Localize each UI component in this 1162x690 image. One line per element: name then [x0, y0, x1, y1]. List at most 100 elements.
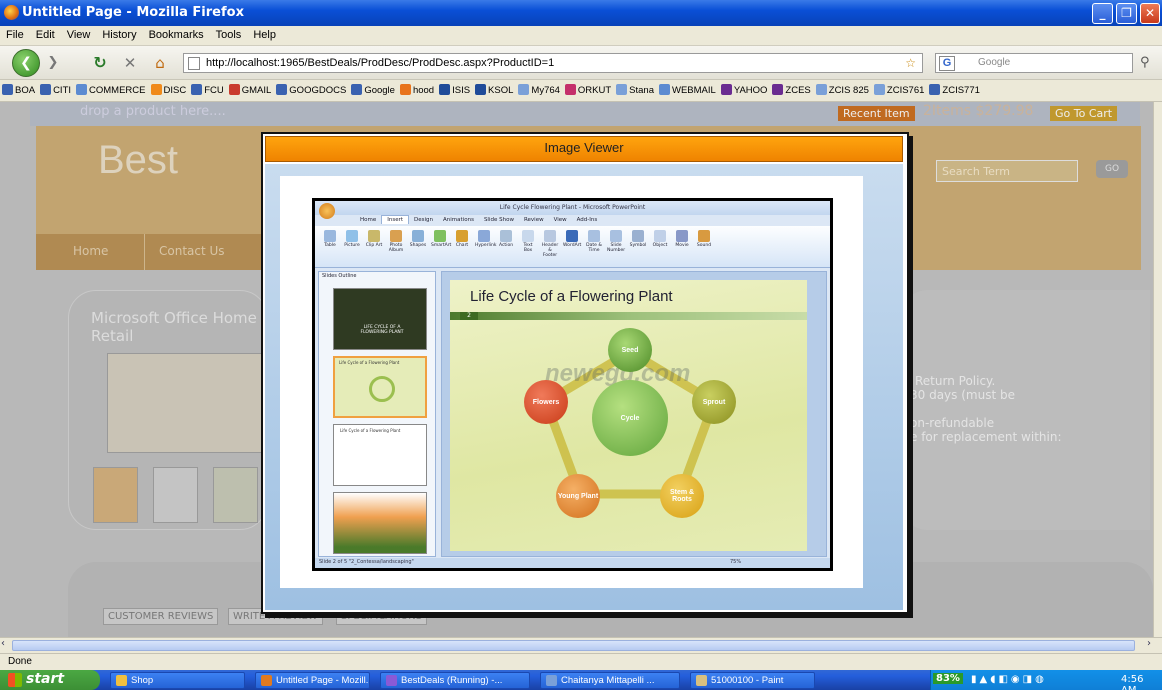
bookmark-2[interactable]: COMMERCE — [74, 80, 148, 96]
ppt-ribbon-icon — [456, 230, 468, 242]
drop-zone[interactable]: drop a product here.... Recent Item 2Ite… — [30, 102, 1140, 126]
start-button[interactable]: start — [0, 670, 100, 690]
maximize-button[interactable]: ❐ — [1116, 3, 1137, 24]
product-image[interactable] — [107, 353, 262, 453]
product-thumb-2[interactable] — [153, 467, 198, 523]
ppt-ribbon-icon — [324, 230, 336, 242]
search-magnifier-icon[interactable]: ⚲ — [1140, 55, 1150, 70]
product-thumb-3[interactable] — [213, 467, 258, 523]
minimize-button[interactable]: _ — [1092, 3, 1113, 24]
bookmark-label: YAHOO — [733, 85, 768, 96]
menu-bookmarks[interactable]: Bookmarks — [143, 26, 210, 41]
back-button[interactable]: ❮ — [12, 49, 40, 77]
ppt-ribbon-label: Action — [498, 243, 514, 248]
bookmark-icon — [815, 84, 827, 95]
ppt-ribbon-button-4: Shapes — [409, 230, 427, 248]
bookmark-5[interactable]: GMAIL — [227, 80, 275, 96]
bookmark-7[interactable]: Google — [349, 80, 398, 96]
bookmark-label: KSOL — [488, 85, 514, 96]
home-button[interactable]: ⌂ — [152, 55, 168, 71]
bookmark-star-icon[interactable]: ☆ — [905, 56, 916, 70]
ppt-ribbon-button-13: Slide Number — [607, 230, 625, 253]
menu-tools[interactable]: Tools — [210, 26, 248, 41]
bookmark-12[interactable]: ORKUT — [563, 80, 614, 96]
bookmark-label: FCU — [204, 85, 224, 96]
recent-item-button[interactable]: Recent Item — [838, 106, 915, 121]
bookmark-icon — [518, 84, 530, 95]
horizontal-scroll-thumb[interactable] — [12, 640, 1135, 651]
page-icon — [188, 57, 200, 70]
scroll-right-arrow-icon[interactable]: › — [1147, 638, 1151, 649]
taskbar-item-0[interactable]: Shop — [110, 672, 245, 689]
scroll-left-arrow-icon[interactable]: ‹ — [1, 638, 5, 649]
bookmark-9[interactable]: ISIS — [437, 80, 473, 96]
slide-canvas: Life Cycle of a Flowering Plant 2 newegg… — [450, 280, 807, 551]
go-to-cart-button[interactable]: Go To Cart — [1050, 106, 1118, 121]
google-icon[interactable]: G — [939, 56, 955, 71]
bookmark-19[interactable]: ZCIS771 — [927, 80, 983, 96]
ppt-ribbon-button-0: Table — [321, 230, 339, 248]
ppt-ribbon-label: Photo Album — [388, 243, 404, 253]
nav-contact-us[interactable]: Contact Us — [144, 234, 260, 270]
menu-history[interactable]: History — [96, 26, 142, 41]
ppt-ribbon-icon — [610, 230, 622, 242]
bookmark-18[interactable]: ZCIS761 — [872, 80, 928, 96]
taskbar-item-2[interactable]: BestDeals (Running) -... — [380, 672, 530, 689]
reload-button[interactable]: ↻ — [92, 55, 108, 71]
window-titlebar[interactable]: Untitled Page - Mozilla Firefox _ ❐ ✕ — [0, 0, 1162, 26]
ppt-ribbon-label: Hyperlink — [475, 243, 497, 248]
search-term-input[interactable]: Search Term — [936, 160, 1078, 182]
bookmark-3[interactable]: DISC — [149, 80, 190, 96]
vertical-scrollbar[interactable] — [1153, 102, 1162, 637]
stop-button[interactable]: ✕ — [122, 55, 138, 71]
bookmark-8[interactable]: hood — [398, 80, 437, 96]
bookmark-14[interactable]: WEBMAIL — [657, 80, 719, 96]
status-bar: Done — [0, 653, 1162, 670]
menu-edit[interactable]: Edit — [30, 26, 61, 41]
bookmark-15[interactable]: YAHOO — [719, 80, 771, 96]
search-go-button[interactable]: GO — [1096, 160, 1128, 178]
nav-home[interactable]: Home — [73, 244, 108, 258]
bookmark-17[interactable]: ZCIS 825 — [814, 80, 872, 96]
search-bar[interactable]: G Google — [935, 53, 1133, 73]
product-thumb-1[interactable] — [93, 467, 138, 523]
firefox-icon — [4, 5, 19, 20]
image-frame: Life Cycle Flowering Plant - Microsoft P… — [280, 176, 863, 588]
tab-customer-reviews[interactable]: CUSTOMER REVIEWS — [103, 608, 219, 625]
bookmark-1[interactable]: CITI — [38, 80, 74, 96]
tray-icons[interactable]: ▮▲◖◧◉◨◍ — [971, 674, 1091, 686]
bookmark-4[interactable]: FCU — [189, 80, 227, 96]
bookmark-11[interactable]: My764 — [516, 80, 563, 96]
menu-help[interactable]: Help — [247, 26, 282, 41]
ppt-tab-1: Insert — [381, 215, 410, 224]
horizontal-scrollbar[interactable]: ‹ › — [0, 637, 1162, 653]
battery-percent[interactable]: 83% — [933, 673, 963, 684]
taskbar-item-4[interactable]: 51000100 - Paint — [690, 672, 815, 689]
bookmark-13[interactable]: Stana — [614, 80, 657, 96]
image-viewer-title[interactable]: Image Viewer — [265, 136, 903, 162]
bookmark-6[interactable]: GOOGDOCS — [274, 80, 349, 96]
menu-view[interactable]: View — [61, 26, 97, 41]
taskbar-item-3[interactable]: Chaitanya Mittapelli ... — [540, 672, 680, 689]
bookmark-icon — [228, 84, 240, 95]
policy-line-1: Return Policy. — [915, 374, 996, 388]
bookmark-icon — [399, 84, 411, 95]
close-button[interactable]: ✕ — [1140, 3, 1160, 24]
address-bar[interactable]: http://localhost:1965/BestDeals/ProdDesc… — [183, 53, 923, 73]
sprout-node: Sprout — [692, 380, 736, 424]
menu-file[interactable]: File — [0, 26, 30, 41]
ppt-tab-6: View — [553, 217, 567, 223]
bookmark-16[interactable]: ZCES — [770, 80, 813, 96]
bookmark-label: hood — [412, 85, 435, 96]
bookmark-icon — [191, 84, 203, 95]
bookmark-label: GOOGDOCS — [289, 85, 347, 96]
forward-button[interactable]: ❯ — [45, 55, 61, 71]
image-viewer-modal: Image Viewer Life Cycle Flowering Plant … — [261, 132, 909, 614]
ppt-ribbon-icon — [632, 230, 644, 242]
ppt-ribbon-icon — [346, 230, 358, 242]
taskbar-item-1[interactable]: Untitled Page - Mozill... — [255, 672, 370, 689]
taskbar-item-label: 51000100 - Paint — [711, 675, 784, 686]
bookmark-0[interactable]: BOA — [0, 80, 38, 96]
ppt-ribbon-button-9: Text Box — [519, 230, 537, 253]
bookmark-10[interactable]: KSOL — [473, 80, 516, 96]
